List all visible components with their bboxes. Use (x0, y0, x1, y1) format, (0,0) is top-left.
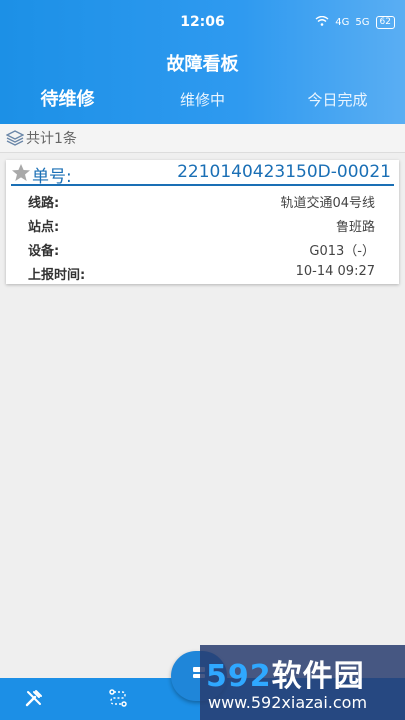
row-value: 轨道交通04号线 (280, 196, 375, 211)
signal-4g-icon: 4G (335, 17, 350, 28)
row-key: 上报时间: (28, 268, 86, 283)
row-value: G013（-） (309, 244, 375, 259)
row-key: 站点: (28, 220, 60, 235)
row-value: 鲁班路 (335, 220, 375, 235)
ticket-number: 2210140423150D-00021 (177, 162, 391, 182)
wifi-icon (315, 15, 329, 29)
card-header: 单号: 2210140423150D-00021 (6, 160, 399, 187)
tab-bar: 待维修 维修中 今日完成 (0, 86, 405, 118)
fault-card[interactable]: 单号: 2210140423150D-00021 线路: 轨道交通04号线 站点… (6, 160, 399, 284)
summary-bar: 共计1条 (0, 124, 405, 153)
page-title: 故障看板 (166, 54, 239, 75)
card-row-station: 站点: 鲁班路 (6, 216, 399, 240)
card-row-report-time: 上报时间: 10-14 09:27 (6, 264, 399, 288)
row-key: 设备: (28, 244, 60, 259)
watermark-url: www.592xiazai.com (208, 693, 368, 712)
tab-completed-today[interactable]: 今日完成 (270, 86, 405, 118)
tools-icon[interactable] (24, 688, 44, 712)
watermark-logo: 592软件园 (206, 659, 365, 694)
status-icons: 4G 5G 62 (315, 15, 395, 29)
status-bar: 12:06 4G 5G 62 (0, 0, 405, 40)
route-icon[interactable] (108, 688, 128, 712)
card-divider (11, 184, 394, 186)
row-value: 10-14 09:27 (295, 264, 375, 279)
star-icon[interactable] (11, 163, 31, 186)
tab-in-repair[interactable]: 维修中 (135, 86, 270, 118)
battery-icon: 62 (375, 16, 395, 29)
card-row-device: 设备: G013（-） (6, 240, 399, 264)
signal-5g-icon: 5G (355, 17, 370, 28)
tab-pending-repair[interactable]: 待维修 (0, 86, 135, 118)
count-text: 共计1条 (26, 131, 77, 147)
layers-icon (6, 130, 24, 146)
watermark: 592软件园 www.592xiazai.com (200, 645, 405, 720)
app-header: 故障看板 待维修 维修中 今日完成 (0, 40, 405, 124)
card-row-line: 线路: 轨道交通04号线 (6, 192, 399, 216)
row-key: 线路: (28, 196, 60, 211)
